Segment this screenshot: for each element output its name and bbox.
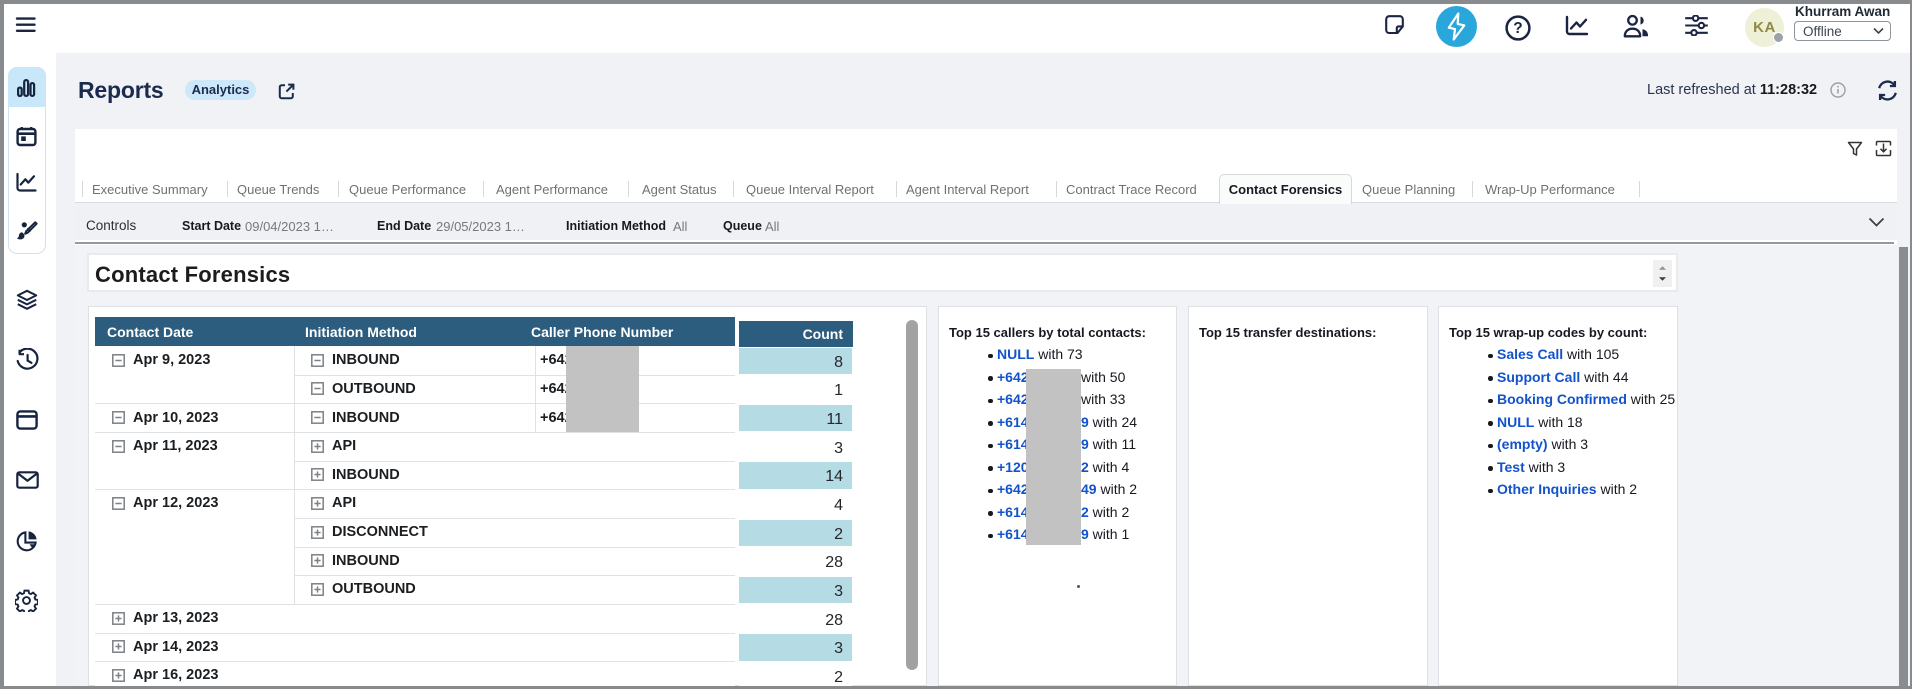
svg-text:?: ?: [1513, 20, 1522, 37]
